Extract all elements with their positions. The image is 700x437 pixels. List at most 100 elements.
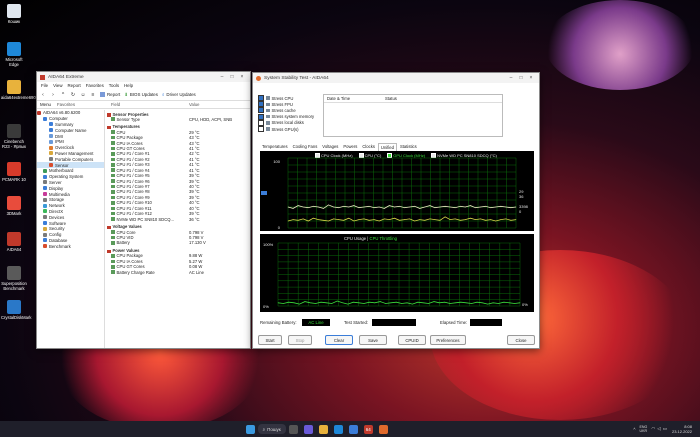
tab-voltages[interactable]: Voltages bbox=[320, 143, 340, 151]
taskbar-search[interactable]: ⌕ Пошук bbox=[257, 424, 286, 434]
tab-favorites[interactable]: Favorites bbox=[57, 102, 75, 107]
user-icon[interactable]: ☺ bbox=[80, 92, 86, 98]
sensor-row[interactable]: CPU #1 / Core #11 40 °C bbox=[105, 206, 250, 211]
preferences-button[interactable]: Preferences bbox=[430, 335, 466, 345]
column-value[interactable]: Value bbox=[189, 102, 250, 107]
sensor-row[interactable]: Battery Charge Rate AC Line bbox=[105, 270, 250, 275]
sensor-row[interactable]: CPU #1 / Core #5 39 °C bbox=[105, 173, 250, 178]
explorer-icon[interactable] bbox=[318, 424, 328, 434]
sensor-row[interactable]: CPU IA Cores 5.27 W bbox=[105, 259, 250, 264]
desktop-icon[interactable]: AIDA64 bbox=[1, 232, 27, 252]
wifi-icon[interactable]: ◠ bbox=[651, 426, 655, 432]
menu-favorites[interactable]: Favorites bbox=[86, 83, 104, 88]
aida64-titlebar[interactable]: AIDA64 Extreme – □ × bbox=[37, 72, 250, 82]
log-datetime-header[interactable]: Date & Time bbox=[324, 96, 385, 101]
save-button[interactable]: Save bbox=[359, 335, 387, 345]
menu-view[interactable]: View bbox=[53, 83, 62, 88]
tab-powers[interactable]: Powers bbox=[341, 143, 359, 151]
close-button[interactable]: Close bbox=[507, 335, 535, 345]
sensor-row[interactable]: CPU #1 / Core #3 41 °C bbox=[105, 162, 250, 167]
sensor-row[interactable]: CPU #1 / Core #6 39 °C bbox=[105, 178, 250, 184]
menu-tools[interactable]: Tools bbox=[109, 83, 119, 88]
checkbox[interactable] bbox=[258, 126, 264, 133]
sensor-row[interactable]: CPU 29 °C bbox=[105, 129, 250, 135]
sensor-row[interactable]: CPU GT Cores 0.08 W bbox=[105, 264, 250, 269]
sensor-row[interactable]: CPU Package 43 °C bbox=[105, 135, 250, 140]
tab-unified[interactable]: Unified bbox=[377, 143, 397, 151]
sensor-row[interactable]: CPU IA Cores 43 °C bbox=[105, 140, 250, 146]
flame-taskbar-icon[interactable] bbox=[378, 424, 388, 434]
sensor-row[interactable]: CPU #1 / Core #12 39 °C bbox=[105, 211, 250, 216]
desktop-icon[interactable]: aida64extreme690 bbox=[1, 80, 36, 100]
minimize-icon[interactable]: – bbox=[217, 74, 227, 80]
minimize-icon[interactable]: – bbox=[506, 75, 516, 81]
stability-titlebar[interactable]: System Stability Test - AIDA64 – □ × bbox=[253, 73, 539, 83]
tab-temperatures[interactable]: Temperatures bbox=[260, 143, 290, 151]
desktop-icon[interactable]: Cinebench R23 - Ярлык bbox=[1, 124, 27, 149]
clock[interactable]: 8:08 23.12.2022 bbox=[672, 424, 692, 434]
battery-icon[interactable]: ▭ bbox=[663, 426, 667, 432]
sensor-row[interactable]: CPU #1 / Core #8 39 °C bbox=[105, 189, 250, 194]
chart-icon[interactable]: ≡ bbox=[90, 92, 96, 98]
sensor-row[interactable]: CPU Core 0.798 V bbox=[105, 229, 250, 235]
column-field[interactable]: Field bbox=[105, 102, 189, 107]
refresh-icon[interactable]: ↻ bbox=[70, 92, 76, 98]
start-button[interactable]: Start bbox=[258, 335, 282, 345]
store-icon[interactable] bbox=[348, 424, 358, 434]
bios-updates-button[interactable]: ⬇ BIOS Updates bbox=[124, 92, 158, 98]
desktop-icon[interactable]: 3DMark bbox=[1, 196, 27, 216]
menu-help[interactable]: Help bbox=[124, 83, 133, 88]
sensor-row[interactable]: CPU #1 / Core #10 40 °C bbox=[105, 200, 250, 205]
up-icon[interactable]: ^ bbox=[60, 92, 66, 98]
log-status-header[interactable]: Status bbox=[385, 96, 397, 101]
checkbox[interactable] bbox=[258, 107, 264, 114]
sensor-row[interactable]: CPU #1 / Core #7 40 °C bbox=[105, 184, 250, 189]
desktop-icon[interactable]: Microsoft Edge bbox=[1, 42, 27, 67]
checkbox[interactable] bbox=[258, 119, 264, 126]
maximize-icon[interactable]: □ bbox=[516, 75, 526, 81]
sensor-row[interactable]: NVMe WD PC SN810 SDCQ... 36 °C bbox=[105, 216, 250, 222]
report-button[interactable]: Report bbox=[100, 92, 120, 97]
tab-statistics[interactable]: Statistics bbox=[398, 143, 419, 151]
sensor-row[interactable]: CPU #1 / Core #4 41 °C bbox=[105, 168, 250, 173]
forward-icon[interactable]: › bbox=[50, 92, 56, 98]
menu-file[interactable]: File bbox=[41, 83, 48, 88]
language-indicator[interactable]: ENG UKR bbox=[640, 425, 648, 433]
desktop-icon[interactable]: Superposition Benchmark bbox=[1, 266, 27, 291]
sensor-row[interactable]: Battery 17.130 V bbox=[105, 240, 250, 245]
tree-item[interactable]: Benchmark bbox=[37, 243, 104, 249]
tray-chevron-icon[interactable]: ^ bbox=[633, 427, 635, 432]
stress-option[interactable]: Stress GPU(s) bbox=[258, 126, 318, 133]
clear-button[interactable]: Clear bbox=[325, 335, 353, 345]
back-icon[interactable]: ‹ bbox=[40, 92, 46, 98]
sensor-row[interactable]: CPU GT Cores 41 °C bbox=[105, 146, 250, 151]
checkbox[interactable] bbox=[258, 95, 264, 102]
task-view-icon[interactable] bbox=[288, 424, 298, 434]
tab-clocks[interactable]: Clocks bbox=[360, 143, 377, 151]
start-icon[interactable] bbox=[245, 424, 255, 434]
edge-icon[interactable] bbox=[333, 424, 343, 434]
tab-cooling-fans[interactable]: Cooling Fans bbox=[291, 143, 320, 151]
driver-updates-button[interactable]: ⌕ Driver Updates bbox=[162, 92, 196, 97]
tab-menu[interactable]: Menu bbox=[40, 102, 51, 107]
close-icon[interactable]: × bbox=[237, 74, 247, 80]
sensor-row[interactable]: Sensor Type CPU, HDD, ACPI, SNB bbox=[105, 117, 250, 122]
sensor-row[interactable]: CPU VID 0.798 V bbox=[105, 235, 250, 240]
desktop-icon[interactable]: PCMARK 10 bbox=[1, 162, 27, 182]
desktop-icon[interactable]: CrystalDiskMark bbox=[1, 300, 31, 320]
maximize-icon[interactable]: □ bbox=[227, 74, 237, 80]
chat-icon[interactable] bbox=[303, 424, 313, 434]
volume-icon[interactable]: ◁ bbox=[657, 426, 660, 432]
sensor-row[interactable]: CPU #1 / Core #9 39 °C bbox=[105, 195, 250, 200]
close-icon[interactable]: × bbox=[526, 75, 536, 81]
sensor-row[interactable]: CPU Package 9.88 W bbox=[105, 253, 250, 258]
stop-button[interactable]: Stop bbox=[288, 335, 312, 345]
checkbox[interactable] bbox=[258, 101, 264, 108]
sensor-row[interactable]: CPU #1 / Core #1 42 °C bbox=[105, 151, 250, 156]
menu-report[interactable]: Report bbox=[68, 83, 81, 88]
checkbox[interactable] bbox=[258, 113, 264, 120]
cpuid-button[interactable]: CPUID bbox=[398, 335, 426, 345]
desktop-icon[interactable]: Кошик bbox=[1, 4, 27, 24]
sensor-row[interactable]: CPU #1 / Core #2 41 °C bbox=[105, 157, 250, 162]
aida64-taskbar-icon[interactable]: 64 bbox=[363, 424, 373, 434]
